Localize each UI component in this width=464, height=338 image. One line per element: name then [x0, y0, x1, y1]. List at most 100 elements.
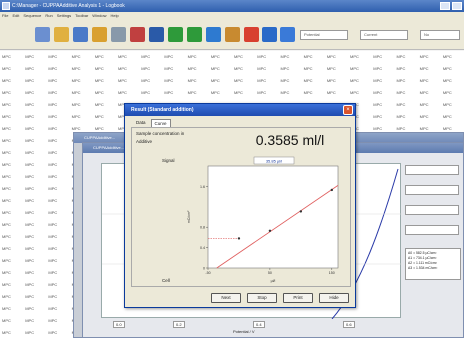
- grid-cell[interactable]: MPC: [23, 111, 46, 123]
- grid-cell[interactable]: MPC: [139, 63, 162, 75]
- grid-cell[interactable]: MPC: [116, 75, 139, 87]
- grid-cell[interactable]: MPC: [46, 171, 69, 183]
- dialog-title[interactable]: Result (Standard addition): [125, 104, 355, 116]
- grid-cell[interactable]: MPC: [0, 147, 23, 159]
- grid-cell[interactable]: MPC: [46, 75, 69, 87]
- grid-cell[interactable]: MPC: [0, 291, 23, 303]
- grid-cell[interactable]: MPC: [441, 111, 464, 123]
- grid-cell[interactable]: MPC: [23, 159, 46, 171]
- grid-cell[interactable]: MPC: [209, 51, 232, 63]
- close-icon[interactable]: ×: [343, 105, 353, 115]
- maximize-button[interactable]: [452, 2, 462, 10]
- menu-window[interactable]: Window: [92, 12, 106, 20]
- grid-cell[interactable]: MPC: [255, 75, 278, 87]
- grid-cell[interactable]: MPC: [186, 63, 209, 75]
- grid-cell[interactable]: MPC: [139, 87, 162, 99]
- undo-icon[interactable]: [92, 27, 107, 42]
- grid-cell[interactable]: MPC: [23, 327, 46, 338]
- grid-cell[interactable]: MPC: [70, 111, 93, 123]
- grid-cell[interactable]: MPC: [70, 63, 93, 75]
- grid-cell[interactable]: MPC: [116, 63, 139, 75]
- grid-cell[interactable]: MPC: [371, 75, 394, 87]
- grid-cell[interactable]: MPC: [209, 63, 232, 75]
- grid-cell[interactable]: MPC: [0, 123, 23, 135]
- grid-cell[interactable]: MPC: [0, 279, 23, 291]
- stop-icon[interactable]: [149, 27, 164, 42]
- grid-cell[interactable]: MPC: [162, 63, 185, 75]
- grid-cell[interactable]: MPC: [325, 87, 348, 99]
- grid-cell[interactable]: MPC: [46, 243, 69, 255]
- grid-cell[interactable]: MPC: [23, 207, 46, 219]
- grid-cell[interactable]: MPC: [0, 195, 23, 207]
- grid-cell[interactable]: MPC: [46, 183, 69, 195]
- grid-cell[interactable]: MPC: [325, 51, 348, 63]
- help-icon[interactable]: [280, 27, 295, 42]
- side-field[interactable]: [405, 205, 459, 215]
- method-icon[interactable]: [130, 27, 145, 42]
- grid-cell[interactable]: MPC: [232, 75, 255, 87]
- menu-toolbar[interactable]: Toolbar: [75, 12, 88, 20]
- grid-cell[interactable]: MPC: [0, 231, 23, 243]
- grid-cell[interactable]: MPC: [23, 147, 46, 159]
- grid-cell[interactable]: MPC: [93, 87, 116, 99]
- grid-cell[interactable]: MPC: [348, 87, 371, 99]
- grid-cell[interactable]: MPC: [418, 87, 441, 99]
- grid-cell[interactable]: MPC: [0, 63, 23, 75]
- grid-cell[interactable]: MPC: [116, 51, 139, 63]
- grid-cell[interactable]: MPC: [0, 135, 23, 147]
- grid-cell[interactable]: MPC: [162, 75, 185, 87]
- grid-cell[interactable]: MPC: [46, 327, 69, 338]
- grid-cell[interactable]: MPC: [46, 51, 69, 63]
- x-axis-dropdown[interactable]: Potential: [300, 30, 348, 40]
- grid-cell[interactable]: MPC: [93, 111, 116, 123]
- grid-cell[interactable]: MPC: [394, 99, 417, 111]
- grid-cell[interactable]: MPC: [441, 75, 464, 87]
- grid-cell[interactable]: MPC: [70, 87, 93, 99]
- grid-cell[interactable]: MPC: [46, 267, 69, 279]
- grid-cell[interactable]: MPC: [46, 255, 69, 267]
- grid-cell[interactable]: MPC: [0, 219, 23, 231]
- grid-cell[interactable]: MPC: [23, 279, 46, 291]
- start-icon[interactable]: [168, 27, 183, 42]
- side-field[interactable]: [405, 165, 459, 175]
- z-axis-dropdown[interactable]: No: [420, 30, 460, 40]
- grid-cell[interactable]: MPC: [0, 327, 23, 338]
- grid-cell[interactable]: MPC: [302, 75, 325, 87]
- grid-cell[interactable]: MPC: [162, 87, 185, 99]
- grid-cell[interactable]: MPC: [348, 51, 371, 63]
- grid-cell[interactable]: MPC: [394, 87, 417, 99]
- grid-cell[interactable]: MPC: [139, 75, 162, 87]
- grid-cell[interactable]: MPC: [0, 183, 23, 195]
- grid-cell[interactable]: MPC: [348, 63, 371, 75]
- grid-cell[interactable]: MPC: [325, 75, 348, 87]
- grid-cell[interactable]: MPC: [70, 51, 93, 63]
- grid-cell[interactable]: MPC: [302, 87, 325, 99]
- grid-cell[interactable]: MPC: [371, 99, 394, 111]
- grid-cell[interactable]: MPC: [0, 51, 23, 63]
- grid-cell[interactable]: MPC: [46, 231, 69, 243]
- grid-cell[interactable]: MPC: [46, 135, 69, 147]
- grid-cell[interactable]: MPC: [394, 75, 417, 87]
- new-icon[interactable]: [35, 27, 50, 42]
- print-button[interactable]: Print: [283, 293, 313, 303]
- grid-cell[interactable]: MPC: [371, 63, 394, 75]
- grid-cell[interactable]: MPC: [93, 75, 116, 87]
- grid-cell[interactable]: MPC: [46, 279, 69, 291]
- grid-cell[interactable]: MPC: [394, 51, 417, 63]
- grid-cell[interactable]: MPC: [23, 195, 46, 207]
- grid-cell[interactable]: MPC: [0, 243, 23, 255]
- grid-cell[interactable]: MPC: [46, 123, 69, 135]
- grid-cell[interactable]: MPC: [255, 63, 278, 75]
- grid-cell[interactable]: MPC: [93, 63, 116, 75]
- grid-cell[interactable]: MPC: [441, 63, 464, 75]
- grid-cell[interactable]: MPC: [232, 63, 255, 75]
- menu-edit[interactable]: Edit: [12, 12, 19, 20]
- grid-cell[interactable]: MPC: [418, 63, 441, 75]
- grid-cell[interactable]: MPC: [23, 291, 46, 303]
- grid-cell[interactable]: MPC: [255, 51, 278, 63]
- grid-cell[interactable]: MPC: [371, 51, 394, 63]
- grid-cell[interactable]: MPC: [162, 51, 185, 63]
- grid-cell[interactable]: MPC: [46, 147, 69, 159]
- grid-cell[interactable]: MPC: [0, 255, 23, 267]
- grid-cell[interactable]: MPC: [0, 171, 23, 183]
